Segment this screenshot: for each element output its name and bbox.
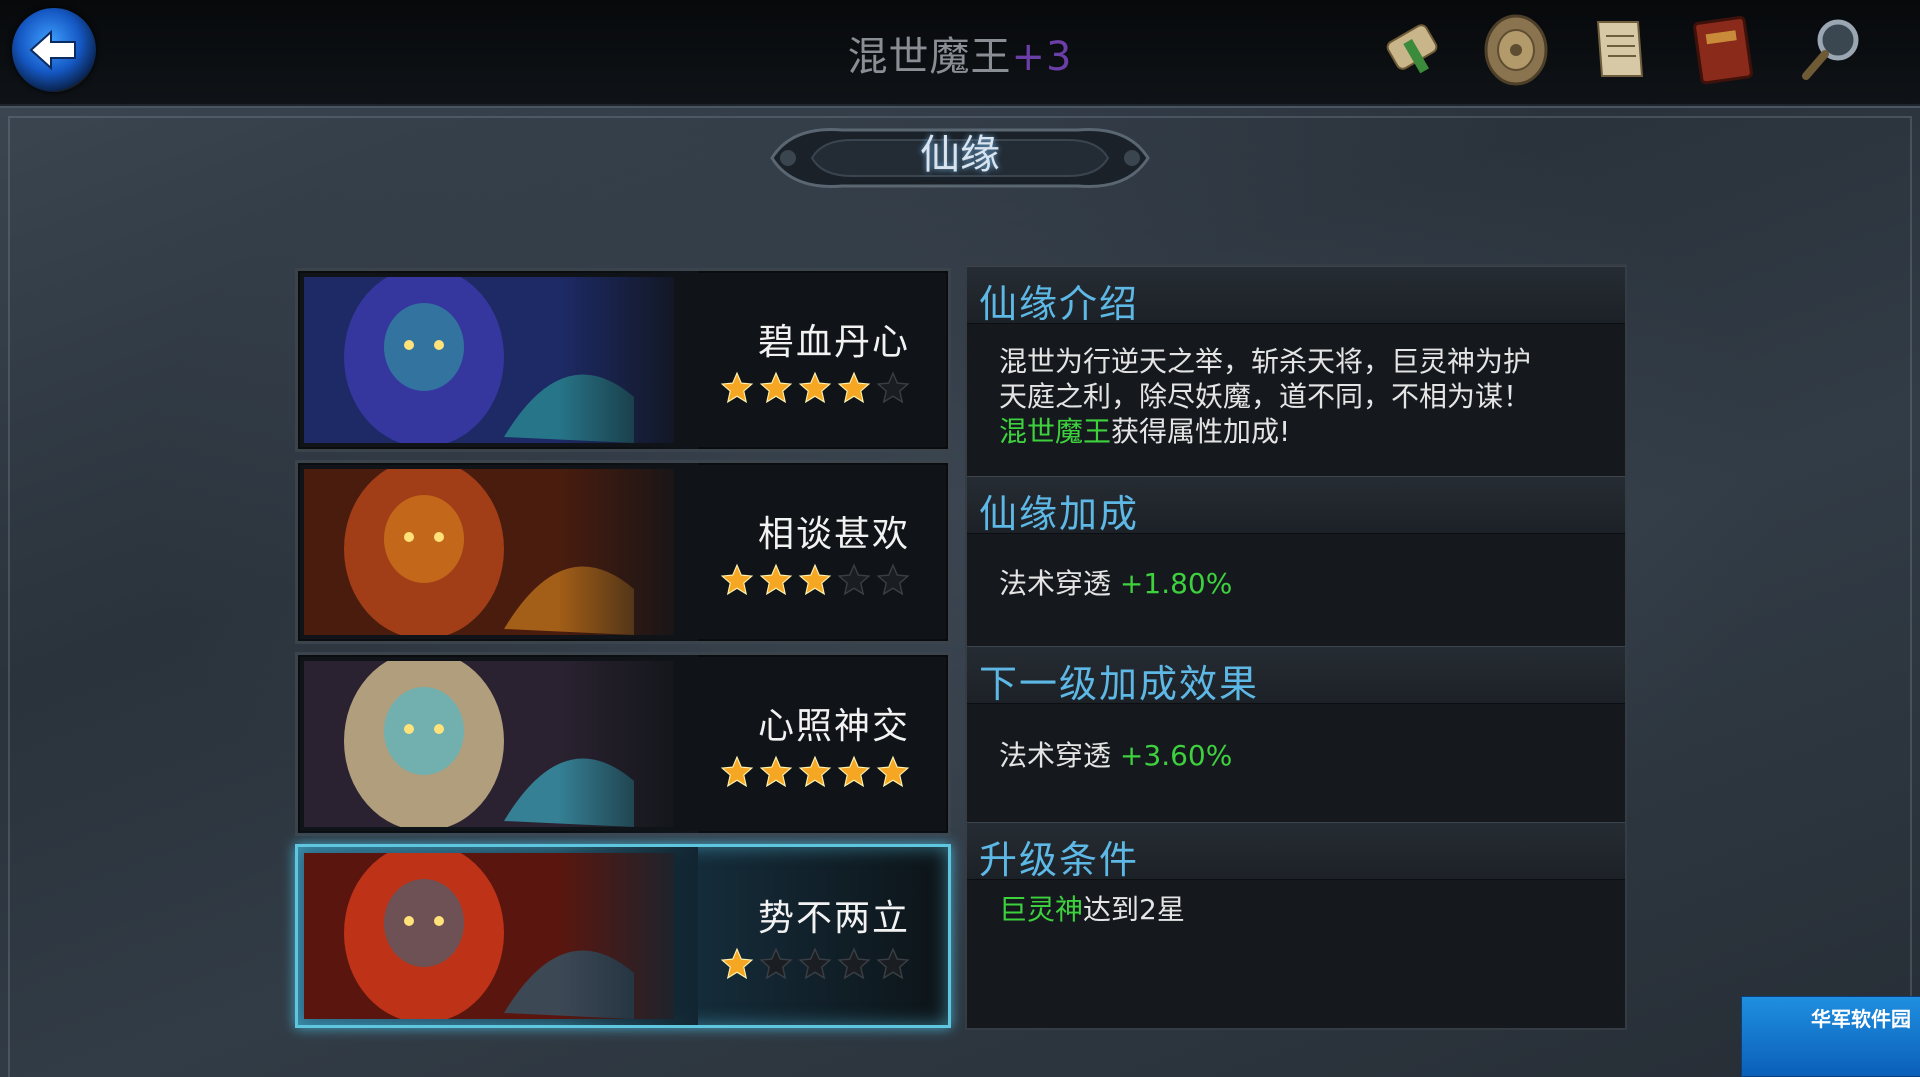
info-panel: 仙缘介绍 混世为行逆天之举，斩杀天将，巨灵神为护 天庭之利，除尽妖魔，道不同，不… xyxy=(965,264,1627,1030)
hero-level: +3 xyxy=(1011,34,1073,80)
next-value: +3.60% xyxy=(1119,739,1233,772)
magnifier-icon[interactable] xyxy=(1792,10,1872,90)
star-empty-icon xyxy=(798,947,832,980)
star-rating xyxy=(720,947,910,981)
star-filled-icon xyxy=(837,755,871,788)
star-empty-icon xyxy=(876,371,910,404)
condition-hero: 巨灵神 xyxy=(999,893,1084,926)
fate-card[interactable]: 心照神交 xyxy=(295,652,951,836)
next-title: 下一级加成效果 xyxy=(979,662,1260,706)
fate-name: 势不两立 xyxy=(757,898,910,939)
star-empty-icon xyxy=(759,947,793,980)
bonus-value: +1.80% xyxy=(1119,567,1233,600)
star-rating xyxy=(720,755,910,789)
hero-name: 混世魔王 xyxy=(847,34,1012,80)
star-filled-icon xyxy=(837,371,871,404)
star-filled-icon xyxy=(798,371,832,404)
shield-icon[interactable] xyxy=(1476,10,1556,90)
condition-suffix: 达到2星 xyxy=(1083,893,1185,926)
fate-name: 心照神交 xyxy=(757,706,910,747)
next-header: 下一级加成效果 xyxy=(967,646,1625,706)
fate-panel: 仙缘 xyxy=(0,106,1920,1077)
fate-card[interactable]: 势不两立 xyxy=(295,844,951,1028)
section-title: 仙缘 xyxy=(920,132,1000,178)
next-line: 法术穿透 +3.60% xyxy=(999,738,1232,773)
watermark-cn: 华军软件园 xyxy=(1811,1007,1911,1031)
intro-title: 仙缘介绍 xyxy=(979,282,1140,326)
intro-line-1: 混世为行逆天之举，斩杀天将，巨灵神为护 xyxy=(999,345,1532,378)
star-filled-icon xyxy=(876,755,910,788)
next-label: 法术穿透 xyxy=(999,739,1112,772)
scroll-icon[interactable] xyxy=(1372,10,1452,90)
star-empty-icon xyxy=(876,947,910,980)
intro-line-3: 混世魔王获得属性加成! xyxy=(999,414,1531,449)
intro-hero-name: 混世魔王 xyxy=(999,415,1112,448)
fate-card[interactable]: 相谈甚欢 xyxy=(295,460,951,644)
condition-title: 升级条件 xyxy=(979,838,1140,882)
intro-line-2: 天庭之利，除尽妖魔，道不同，不相为谋！ xyxy=(999,380,1532,413)
fate-name: 碧血丹心 xyxy=(757,322,910,363)
star-filled-icon xyxy=(720,371,754,404)
condition-line: 巨灵神达到2星 xyxy=(999,892,1185,927)
star-filled-icon xyxy=(759,371,793,404)
watermark-logo: 华军软件园 xyxy=(1741,996,1920,1077)
star-filled-icon xyxy=(759,755,793,788)
star-rating xyxy=(720,371,910,405)
star-filled-icon xyxy=(798,755,832,788)
star-filled-icon xyxy=(798,563,832,596)
bonus-header: 仙缘加成 xyxy=(967,476,1625,536)
fate-name: 相谈甚欢 xyxy=(757,514,910,555)
bonus-line: 法术穿透 +1.80% xyxy=(999,566,1232,601)
star-filled-icon xyxy=(720,947,754,980)
bonus-title: 仙缘加成 xyxy=(979,492,1140,536)
top-bar: 混世魔王+3 xyxy=(0,0,1920,107)
star-rating xyxy=(720,563,910,597)
intro-header: 仙缘介绍 xyxy=(967,266,1625,326)
fate-card[interactable]: 碧血丹心 xyxy=(295,268,951,452)
book-icon[interactable] xyxy=(1684,10,1764,90)
document-icon[interactable] xyxy=(1580,10,1660,90)
intro-text: 混世为行逆天之举，斩杀天将，巨灵神为护 天庭之利，除尽妖魔，道不同，不相为谋！ … xyxy=(999,344,1531,449)
star-empty-icon xyxy=(876,563,910,596)
star-filled-icon xyxy=(720,755,754,788)
star-filled-icon xyxy=(759,563,793,596)
star-empty-icon xyxy=(837,563,871,596)
condition-header: 升级条件 xyxy=(967,822,1625,882)
intro-suffix: 获得属性加成! xyxy=(1111,415,1291,448)
bonus-label: 法术穿透 xyxy=(999,567,1112,600)
star-filled-icon xyxy=(720,563,754,596)
star-empty-icon xyxy=(837,947,871,980)
